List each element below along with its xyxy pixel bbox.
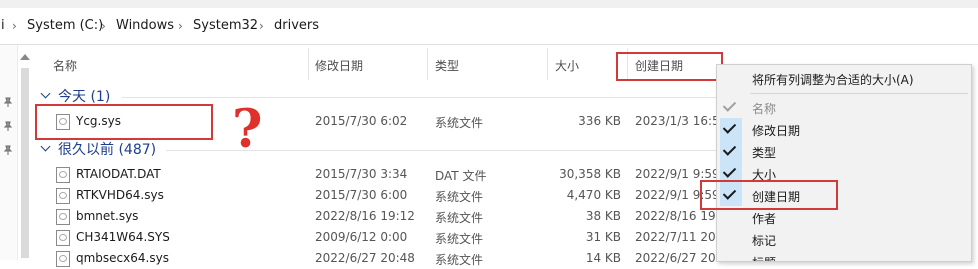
breadcrumb-item-windows[interactable]: Windows <box>116 18 174 33</box>
chevron-down-icon[interactable] <box>40 141 51 152</box>
menu-item-column-modified[interactable]: 修改日期 <box>717 118 971 140</box>
file-name: qmbsecx64.sys <box>76 251 169 265</box>
file-modified: 2015/7/30 6:00 <box>315 188 408 202</box>
column-divider[interactable] <box>547 48 548 80</box>
file-size: 4,470 KB <box>566 188 621 202</box>
menu-item-label: 将所有列调整为合适的大小(A) <box>752 73 914 87</box>
file-created: 2022/6/27 20: <box>635 251 720 265</box>
navigation-pane[interactable] <box>0 45 18 260</box>
group-header-long-ago[interactable]: 很久以前 (487) <box>36 139 716 159</box>
menu-item-label: 名称 <box>752 102 777 116</box>
breadcrumb-leading: i <box>1 18 5 33</box>
file-size: 336 KB <box>578 114 621 128</box>
column-divider[interactable] <box>308 48 309 80</box>
menu-item-size-all-columns[interactable]: 将所有列调整为合适的大小(A) <box>717 65 971 91</box>
file-type: DAT 文件 <box>435 169 487 183</box>
system-file-icon <box>56 209 70 225</box>
file-created: 2022/9/1 9:59 <box>635 167 720 181</box>
file-created: 2023/1/3 16:5 <box>635 114 720 128</box>
menu-item-label: 类型 <box>752 146 777 160</box>
column-context-menu[interactable]: 将所有列调整为合适的大小(A) 名称 修改日期 类型 大小 创建日期 作者 标记… <box>716 64 972 262</box>
file-name: bmnet.sys <box>76 209 139 223</box>
address-bar[interactable]: i › System (C:) › Windows › System32 › d… <box>0 8 978 45</box>
file-name: RTAIODAT.DAT <box>76 167 161 181</box>
column-header-name[interactable]: 名称 <box>53 57 77 74</box>
menu-separator <box>750 93 968 94</box>
system-file-icon <box>56 251 70 267</box>
vertical-scrollbar[interactable] <box>18 50 34 260</box>
system-file-icon <box>56 188 70 204</box>
breadcrumb-separator[interactable]: › <box>12 19 17 33</box>
file-type: 系统文件 <box>435 190 484 204</box>
file-size: 14 KB <box>585 251 621 265</box>
file-size: 31 KB <box>585 230 621 244</box>
menu-item-column-tags[interactable]: 标记 <box>717 228 971 250</box>
system-file-icon <box>56 230 70 246</box>
breadcrumb-item-system-c[interactable]: System (C:) <box>27 18 103 33</box>
pin-icon[interactable] <box>3 121 13 131</box>
menu-item-label: 作者 <box>752 212 777 226</box>
file-created: 2022/8/16 19: <box>635 209 720 223</box>
highlight-created-menu-item <box>700 180 838 210</box>
scroll-thumb[interactable] <box>21 68 29 258</box>
file-modified: 2022/6/27 20:48 <box>315 251 415 265</box>
group-header-today[interactable]: 今天 (1) <box>36 86 716 106</box>
file-type: 系统文件 <box>435 211 484 225</box>
column-header-type[interactable]: 类型 <box>435 57 459 74</box>
column-header-size[interactable]: 大小 <box>555 57 579 74</box>
file-size: 30,358 KB <box>559 167 621 181</box>
highlight-ycg-file <box>35 104 213 140</box>
file-type: 系统文件 <box>435 232 484 246</box>
highlight-created-header <box>616 52 723 81</box>
chevron-down-icon[interactable] <box>40 88 51 99</box>
menu-item-column-title[interactable]: 标题 <box>717 250 971 261</box>
breadcrumb-separator[interactable]: › <box>259 19 264 33</box>
file-modified: 2009/6/12 0:00 <box>315 230 408 244</box>
breadcrumb-item-drivers[interactable]: drivers <box>274 18 319 33</box>
file-name: RTKVHD64.sys <box>76 188 164 202</box>
breadcrumb-separator[interactable]: › <box>178 19 183 33</box>
column-divider[interactable] <box>427 48 428 80</box>
pin-icon[interactable] <box>3 145 13 155</box>
breadcrumb-item-system32[interactable]: System32 <box>193 18 258 33</box>
column-header-modified[interactable]: 修改日期 <box>315 57 363 74</box>
group-label: 今天 (1) <box>58 89 111 105</box>
scroll-up-arrow-icon[interactable] <box>20 54 30 60</box>
pin-icon[interactable] <box>3 97 13 107</box>
group-label: 很久以前 (487) <box>58 142 157 158</box>
menu-item-label: 修改日期 <box>752 124 801 138</box>
file-modified: 2015/7/30 6:02 <box>315 114 408 128</box>
question-mark-annotation: ? <box>232 99 263 160</box>
dat-file-icon <box>56 167 70 183</box>
group-divider <box>122 97 716 98</box>
menu-item-label: 标记 <box>752 234 777 248</box>
menu-item-column-name: 名称 <box>717 96 971 118</box>
file-created: 2022/7/11 20: <box>635 230 720 244</box>
file-size: 38 KB <box>585 209 621 223</box>
breadcrumb-separator[interactable]: › <box>101 19 106 33</box>
menu-item-label: 标题 <box>752 254 776 261</box>
file-name: CH341W64.SYS <box>76 230 170 244</box>
file-type: 系统文件 <box>435 116 484 130</box>
menu-item-column-type[interactable]: 类型 <box>717 140 971 162</box>
file-modified: 2015/7/30 3:34 <box>315 167 408 181</box>
file-modified: 2022/8/16 19:12 <box>315 209 415 223</box>
